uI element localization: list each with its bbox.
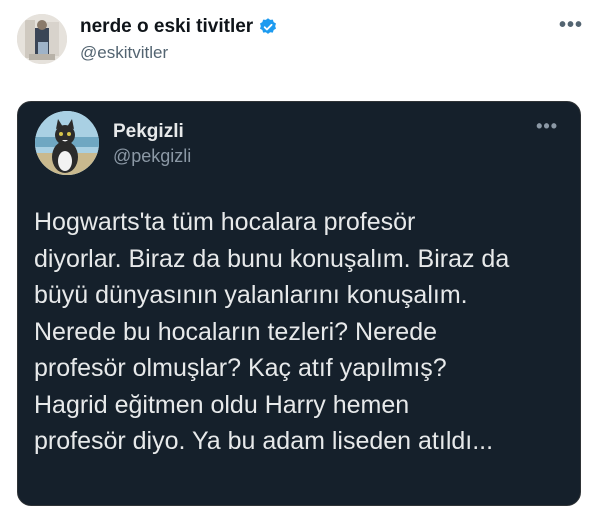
display-name[interactable]: nerde o eski tivitler	[80, 16, 253, 38]
quoted-more-options-icon[interactable]: •••	[536, 116, 558, 137]
tweet-header: nerde o eski tivitler @eskitvitler •••	[0, 0, 600, 90]
handle[interactable]: @eskitvitler	[80, 43, 168, 63]
verified-badge-icon	[260, 18, 277, 34]
quoted-tweet-card[interactable]: Pekgizli @pekgizli ••• Hogwarts'ta tüm h…	[17, 101, 581, 506]
quoted-handle[interactable]: @pekgizli	[113, 146, 191, 167]
quoted-tweet-text: Hogwarts'ta tüm hocalara profesör diyorl…	[34, 208, 510, 455]
cat-avatar-image	[35, 111, 99, 175]
quoted-display-name[interactable]: Pekgizli	[113, 121, 184, 143]
avatar-image	[17, 14, 67, 64]
avatar[interactable]	[17, 14, 67, 64]
name-row: nerde o eski tivitler	[80, 16, 278, 38]
more-options-icon[interactable]: •••	[559, 14, 583, 37]
quoted-avatar[interactable]	[35, 111, 99, 175]
